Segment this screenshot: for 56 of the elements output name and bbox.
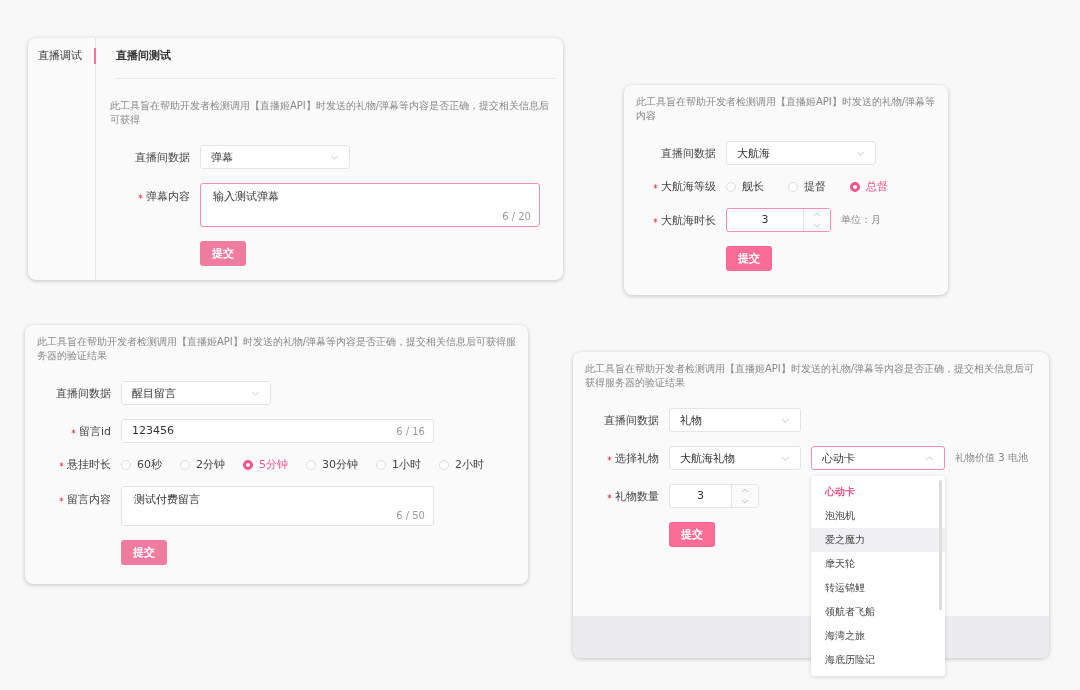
radio-option[interactable]: 舰长 — [726, 179, 764, 194]
field-label: 礼物数量 — [615, 488, 659, 504]
radio-option[interactable]: 1小时 — [376, 457, 421, 472]
input-field[interactable]: 123456 6 / 16 — [121, 419, 434, 443]
select-field[interactable]: 大航海礼物 — [669, 446, 801, 470]
field-label: 大航海等级 — [661, 179, 716, 194]
field-label: 留言id — [78, 423, 111, 439]
chevron-down-icon[interactable] — [813, 223, 821, 228]
radio-option[interactable]: 30分钟 — [306, 457, 358, 472]
chevron-down-icon — [330, 154, 339, 160]
chevron-down-icon — [781, 455, 790, 461]
chevron-down-icon — [781, 417, 790, 423]
radio-option[interactable]: 2分钟 — [180, 457, 225, 472]
chevron-up-icon[interactable] — [813, 212, 821, 217]
description-text: 此工具旨在帮助开发者检测调用【直播姬API】时发送的礼物/弹幕等内容是否正确，提交相关信息后可获得服务器的验证结果 — [37, 335, 518, 363]
field-label: 悬挂时长 — [67, 457, 111, 472]
select-field[interactable]: 大航海 — [726, 141, 876, 165]
field-label: 选择礼物 — [615, 450, 659, 466]
field-label: 直播间数据 — [604, 412, 659, 428]
field-label: 直播间数据 — [56, 385, 111, 401]
radio-option[interactable]: 提督 — [788, 179, 826, 194]
description-text: 此工具旨在帮助开发者检测调用【直播姬API】时发送的礼物/弹幕等内容是否正确，提交相关信息后可获得服务器的验证结果 — [585, 362, 1036, 390]
text-area[interactable]: 输入测试弹幕 6 / 20 — [200, 183, 540, 227]
dropdown-option[interactable]: 爱之魔力 — [811, 528, 945, 552]
dropdown-option[interactable]: 海底历险记 — [811, 648, 945, 672]
field-label: 直播间数据 — [135, 149, 190, 165]
number-input[interactable]: 3 — [726, 208, 831, 232]
description-text: 此工具旨在帮助开发者检测调用【直播姬API】时发送的礼物/弹幕等内容 — [636, 95, 937, 123]
field-label: 大航海时长 — [661, 212, 716, 228]
select-field[interactable]: 礼物 — [669, 408, 801, 432]
radio-option[interactable]: 60秒 — [121, 457, 162, 472]
sidebar-item[interactable]: 直播调试 — [28, 48, 96, 64]
dropdown-option[interactable]: 转运锦鲤 — [811, 576, 945, 600]
radio-option[interactable]: 2小时 — [439, 457, 484, 472]
field-label: 弹幕内容 — [146, 189, 190, 204]
number-input[interactable]: 3 — [669, 484, 759, 508]
dropdown-option[interactable]: 摩天轮 — [811, 552, 945, 576]
page-title: 直播间测试 — [115, 48, 172, 64]
dropdown-option[interactable]: 泡泡机 — [811, 504, 945, 528]
description-text: 此工具旨在帮助开发者检测调用【直播姬API】时发送的礼物/弹幕等内容是否正确，提交相关信息后可获得 — [110, 99, 551, 127]
chevron-up-icon — [925, 455, 934, 461]
select-field[interactable]: 弹幕 — [200, 145, 350, 169]
scrollbar[interactable] — [939, 480, 942, 610]
field-label: 直播间数据 — [661, 145, 716, 161]
chevron-down-icon — [856, 150, 865, 156]
chevron-up-icon[interactable] — [741, 488, 749, 493]
select-field[interactable]: 醒目留言 — [121, 381, 271, 405]
field-label: 留言内容 — [67, 492, 111, 507]
chevron-down-icon[interactable] — [741, 499, 749, 504]
gift-value-note: 礼物价值 3 电池 — [955, 451, 1028, 465]
unit-text: 单位：月 — [841, 213, 881, 227]
dropdown-option[interactable]: 领航者飞船 — [811, 600, 945, 624]
chevron-down-icon — [251, 390, 260, 396]
select-field[interactable]: 心动卡 — [811, 446, 945, 470]
text-area[interactable]: 测试付费留言 6 / 50 — [121, 486, 434, 526]
dropdown-option[interactable]: 海湾之旅 — [811, 624, 945, 648]
